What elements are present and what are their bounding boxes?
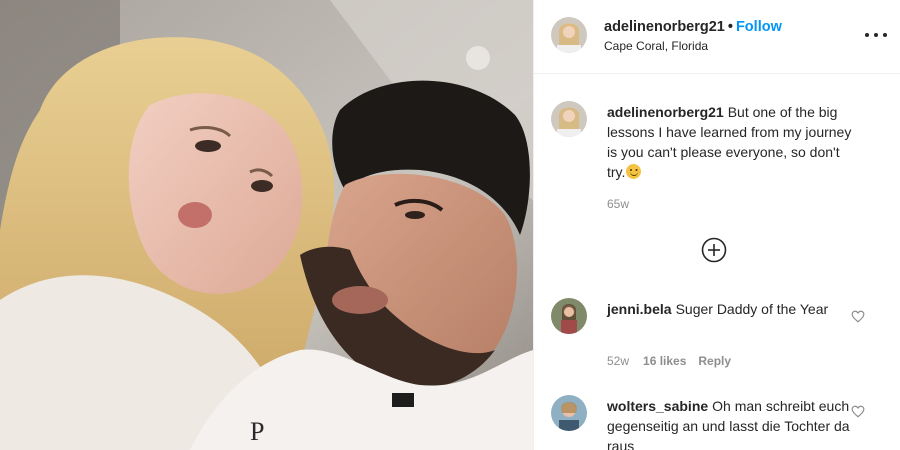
comment-username[interactable]: jenni.bela	[607, 301, 672, 317]
smiling-face-emoji	[626, 164, 642, 179]
post-location[interactable]: Cape Coral, Florida	[604, 39, 708, 53]
post-image: P	[0, 0, 533, 450]
comment-item: jenni.bela Suger Daddy of the Year 52w 16 …	[534, 298, 900, 378]
separator-dot: •	[727, 19, 733, 35]
caption-avatar[interactable]	[551, 101, 587, 137]
comment-text-block: wolters_sabine Oh man schreibt euch gegen…	[607, 396, 857, 450]
caption-meta: 65w	[607, 197, 629, 211]
author-line: adelinenorberg21 • Follow	[604, 19, 782, 35]
post-sidebar: adelinenorberg21 • Follow Cape Coral, Flor…	[533, 0, 900, 450]
caption-text-block: adelinenorberg21 But one of the big lesso…	[607, 102, 857, 182]
caption-age[interactable]: 65w	[607, 197, 629, 211]
follow-button[interactable]: Follow	[736, 19, 782, 35]
comment-username[interactable]: wolters_sabine	[607, 398, 708, 414]
comment-text-block: jenni.bela Suger Daddy of the Year	[607, 299, 857, 319]
commenter-avatar[interactable]	[551, 298, 587, 334]
author-avatar[interactable]	[551, 17, 587, 53]
caption-username[interactable]: adelinenorberg21	[607, 104, 724, 120]
svg-text:P: P	[250, 417, 264, 446]
comment-age[interactable]: 52w	[607, 354, 629, 368]
heart-icon[interactable]	[851, 405, 865, 418]
plus-circle-icon[interactable]	[701, 237, 727, 263]
comment-text: Suger Daddy of the Year	[675, 301, 829, 317]
comment-item: wolters_sabine Oh man schreibt euch gegen…	[534, 395, 900, 450]
comment-meta: 52w 16 likes Reply	[607, 354, 731, 368]
caption: adelinenorberg21 But one of the big lesso…	[534, 101, 900, 221]
more-horizontal-icon[interactable]	[865, 26, 887, 44]
post-photo[interactable]: P	[0, 0, 533, 450]
commenter-avatar[interactable]	[551, 395, 587, 431]
reply-button[interactable]: Reply	[698, 354, 731, 368]
heart-icon[interactable]	[851, 310, 865, 323]
author-username[interactable]: adelinenorberg21	[604, 19, 725, 35]
comment-likes[interactable]: 16 likes	[643, 354, 686, 368]
post-header: adelinenorberg21 • Follow Cape Coral, Flor…	[534, 0, 900, 74]
